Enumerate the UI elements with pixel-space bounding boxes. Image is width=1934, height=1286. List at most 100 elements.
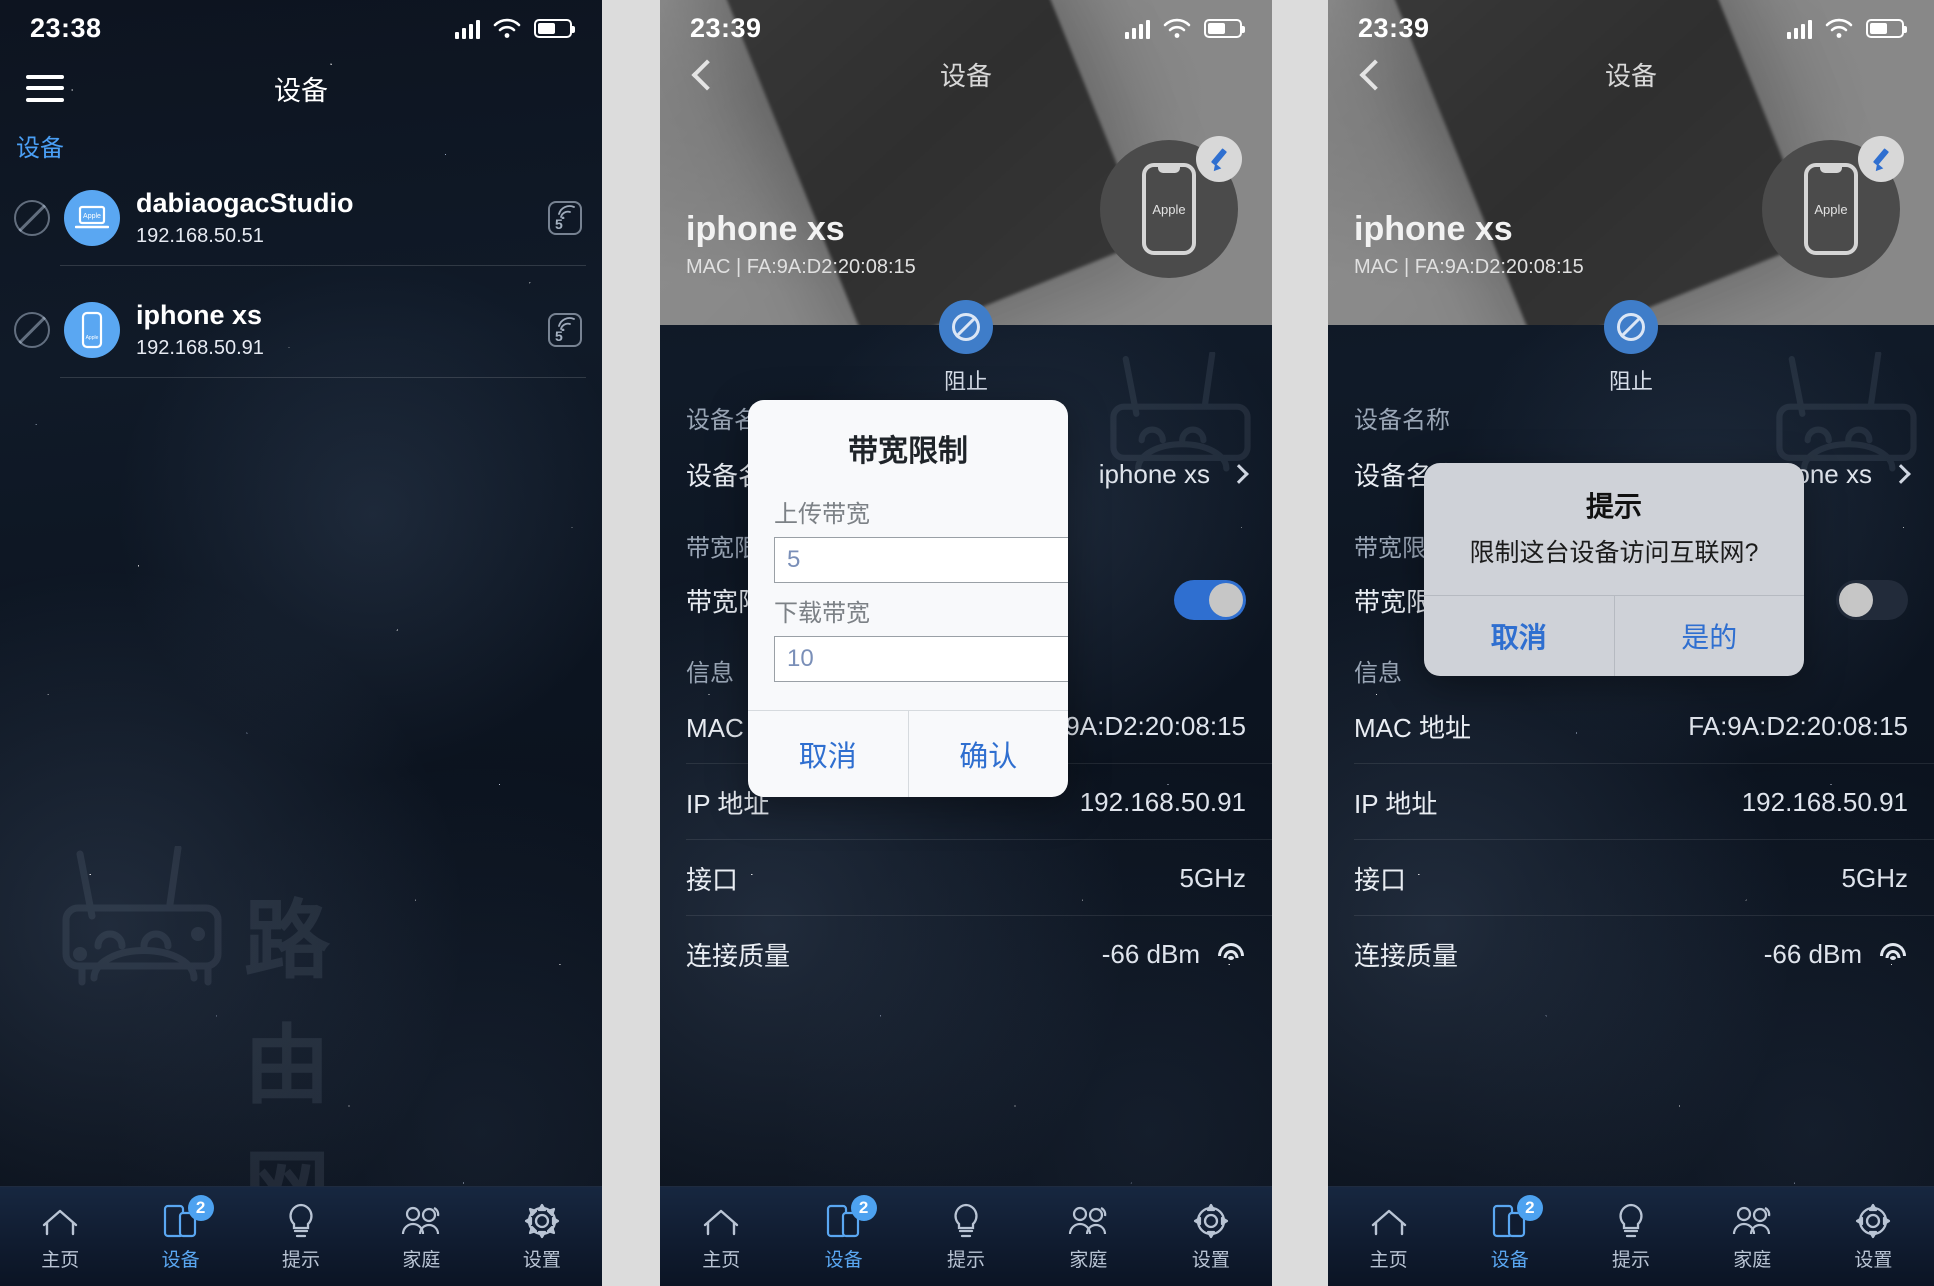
row-label: 接口 xyxy=(1354,864,1407,895)
avatar: Apple xyxy=(64,190,120,246)
tab-tips[interactable]: 提示 xyxy=(241,1201,361,1272)
row-label: MAC 地址 xyxy=(1354,712,1472,743)
page-title: 设备 xyxy=(1604,61,1657,91)
row-connection-quality: 连接质量 -66 dBm xyxy=(660,916,1272,992)
status-icons xyxy=(1125,17,1245,39)
edit-avatar-button[interactable] xyxy=(1196,136,1242,182)
block-device-button[interactable]: 阻止 xyxy=(1604,300,1658,396)
row-value: 5GHz xyxy=(1841,862,1908,893)
tab-tips[interactable]: 提示 xyxy=(1570,1201,1691,1272)
block-icon xyxy=(1604,300,1658,354)
tab-settings[interactable]: 设置 xyxy=(1813,1201,1934,1272)
chevron-right-icon xyxy=(1229,464,1249,484)
tab-devices[interactable]: 2 设备 xyxy=(120,1195,240,1272)
tab-family[interactable]: 家庭 xyxy=(1027,1201,1149,1272)
section-device-name: 设备名称 xyxy=(1354,407,1450,434)
row-value: 192.168.50.91 xyxy=(1741,786,1908,817)
confirm-button[interactable]: 确认 xyxy=(907,711,1069,797)
gear-icon xyxy=(1190,1201,1232,1241)
badge-count: 2 xyxy=(187,1195,214,1221)
devices-icon: 2 xyxy=(160,1195,214,1241)
tab-family[interactable]: 家庭 xyxy=(1692,1201,1813,1272)
download-bandwidth-field-row: Mbps xyxy=(774,636,1068,682)
tab-family[interactable]: 家庭 xyxy=(361,1201,481,1272)
band-label: 5 xyxy=(555,216,563,232)
status-icons xyxy=(455,17,575,39)
tab-label: 提示 xyxy=(947,1250,986,1271)
phone-icon: Apple xyxy=(1804,163,1858,255)
cancel-button[interactable]: 取消 xyxy=(748,711,908,797)
svg-text:Apple: Apple xyxy=(86,335,99,341)
tab-home[interactable]: 主页 xyxy=(1328,1201,1449,1272)
navigation-bar: 设备 xyxy=(1328,56,1934,118)
dialog-actions: 取消 是的 xyxy=(1424,595,1804,676)
row-value: 192.168.50.91 xyxy=(1079,786,1246,817)
row-label: 连接质量 xyxy=(1354,940,1459,971)
row-label: 连接质量 xyxy=(686,940,791,971)
tab-label: 主页 xyxy=(41,1250,80,1271)
panel-device-list: 路由网 23:38 设备 设备 xyxy=(0,0,602,1286)
wifi-icon xyxy=(493,18,521,38)
cancel-button[interactable]: 取消 xyxy=(1424,596,1614,676)
tab-label: 家庭 xyxy=(402,1250,441,1271)
section-info: 信息 xyxy=(686,660,734,687)
row-interface: 接口 5GHz xyxy=(660,840,1272,916)
dialog-actions: 取消 确认 xyxy=(748,710,1068,797)
wifi-band-icon: 5 xyxy=(548,201,582,235)
device-list: Apple dabiaogacStudio 192.168.50.51 5 Ap… xyxy=(0,170,602,378)
row-label: 接口 xyxy=(686,864,739,895)
wifi-icon xyxy=(1825,18,1853,38)
tab-tips[interactable]: 提示 xyxy=(905,1201,1027,1272)
tab-label: 主页 xyxy=(702,1250,741,1271)
wifi-band-icon: 5 xyxy=(548,313,582,347)
cellular-signal-icon xyxy=(1787,18,1812,39)
list-item[interactable]: Apple iphone xs 192.168.50.91 5 xyxy=(0,282,602,378)
tab-label: 提示 xyxy=(1612,1250,1651,1271)
family-icon xyxy=(1067,1201,1109,1241)
block-device-button[interactable]: 阻止 xyxy=(939,300,993,396)
tab-devices[interactable]: 2 设备 xyxy=(1449,1195,1570,1272)
upload-bandwidth-input[interactable] xyxy=(774,537,1068,583)
status-bar: 23:39 xyxy=(1328,0,1934,56)
status-icons xyxy=(1787,17,1907,39)
section-label-devices: 设备 xyxy=(16,135,64,162)
pencil-icon xyxy=(1868,146,1894,172)
cellular-signal-icon xyxy=(455,18,480,39)
list-item[interactable]: Apple dabiaogacStudio 192.168.50.51 5 xyxy=(0,170,602,266)
svg-text:Apple: Apple xyxy=(83,213,101,220)
bandwidth-toggle[interactable] xyxy=(1174,580,1246,620)
page-title: 设备 xyxy=(274,75,328,106)
download-bandwidth-label: 下载带宽 xyxy=(774,600,870,627)
avatar-label: Apple xyxy=(1814,201,1848,217)
dialog-message: 限制这台设备访问互联网? xyxy=(1469,539,1759,567)
block-icon xyxy=(939,300,993,354)
navigation-bar: 设备 xyxy=(660,56,1272,118)
dialog-body: 上传带宽 Mbps 下载带宽 Mbps xyxy=(748,494,1068,710)
row-divider xyxy=(60,265,586,266)
tab-devices[interactable]: 2 设备 xyxy=(782,1195,904,1272)
device-ip: 192.168.50.51 xyxy=(136,224,264,247)
status-time: 23:39 xyxy=(1358,12,1430,43)
home-icon xyxy=(39,1201,81,1241)
block-confirm-dialog: 提示 限制这台设备访问互联网? 取消 是的 xyxy=(1424,463,1804,676)
download-bandwidth-input[interactable] xyxy=(774,636,1068,682)
block-icon[interactable] xyxy=(14,200,50,236)
edit-avatar-button[interactable] xyxy=(1858,136,1904,182)
tab-home[interactable]: 主页 xyxy=(660,1201,782,1272)
hero-mac: MAC | FA:9A:D2:20:08:15 xyxy=(686,256,916,278)
devices-icon: 2 xyxy=(1489,1195,1543,1241)
confirm-button[interactable]: 是的 xyxy=(1613,596,1805,676)
row-label: IP 地址 xyxy=(1354,788,1438,819)
block-icon[interactable] xyxy=(14,312,50,348)
row-ip-address: IP 地址 192.168.50.91 xyxy=(1328,764,1934,840)
tab-settings[interactable]: 设置 xyxy=(482,1201,602,1272)
device-name: dabiaogacStudio xyxy=(136,188,354,219)
tab-label: 提示 xyxy=(282,1250,321,1271)
row-divider xyxy=(60,377,586,378)
status-bar: 23:38 xyxy=(0,0,602,56)
upload-bandwidth-label: 上传带宽 xyxy=(774,501,870,528)
tab-settings[interactable]: 设置 xyxy=(1150,1201,1272,1272)
bandwidth-toggle[interactable] xyxy=(1836,580,1908,620)
hero-device-name: iphone xs xyxy=(1354,210,1513,248)
tab-home[interactable]: 主页 xyxy=(0,1201,120,1272)
